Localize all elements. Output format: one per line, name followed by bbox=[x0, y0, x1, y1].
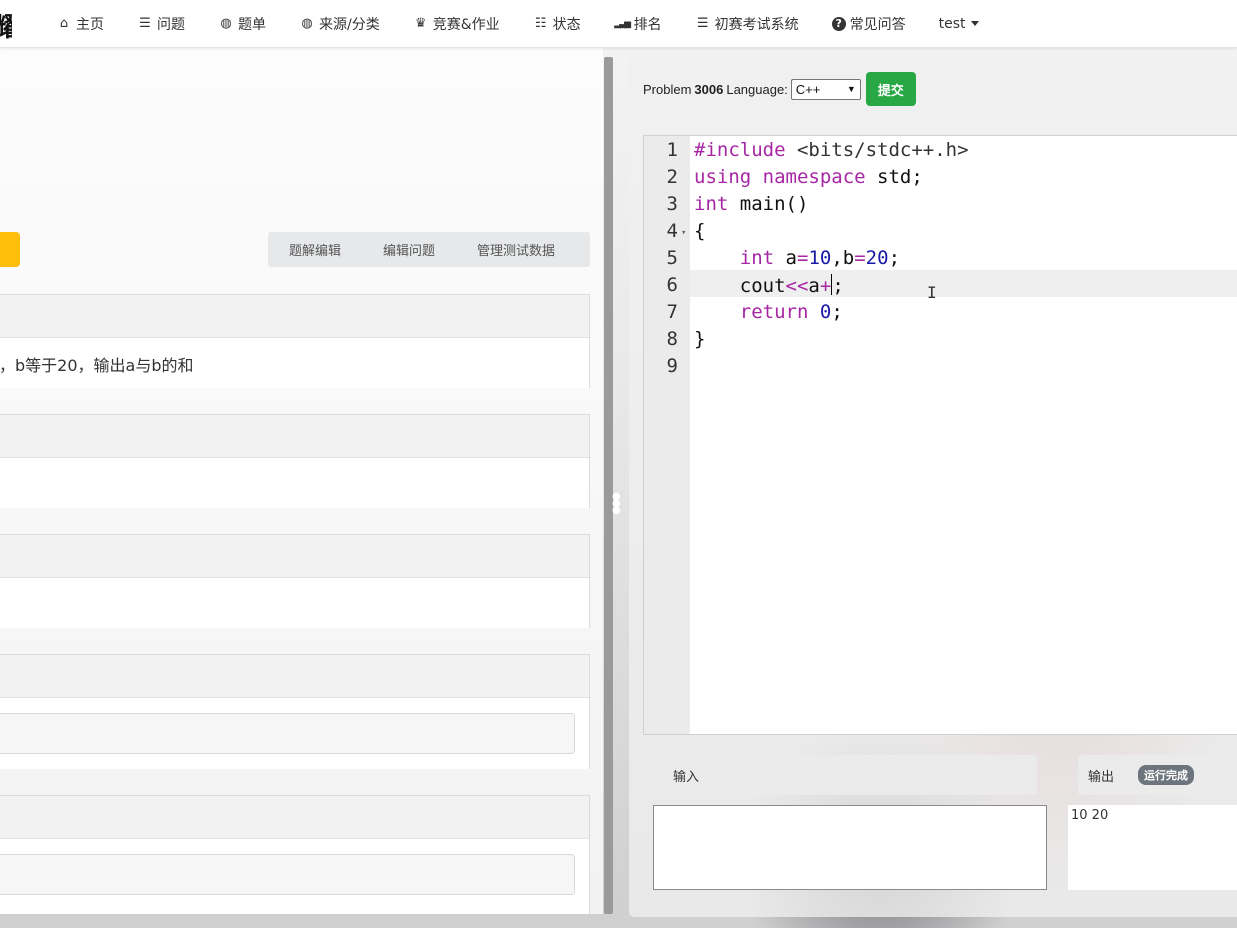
solution-edit-button[interactable]: 题解编辑 bbox=[279, 240, 351, 259]
card-body bbox=[0, 839, 589, 914]
card-body bbox=[0, 698, 589, 769]
nav-item-label: 常见问答 bbox=[849, 16, 906, 33]
nav-item-label: 初赛考试系统 bbox=[714, 16, 799, 33]
output-header: 输出 运行完成 bbox=[1078, 755, 1237, 795]
problem-id: 3006 bbox=[694, 81, 724, 97]
card-header bbox=[0, 796, 589, 839]
language-value: C++ bbox=[795, 81, 821, 97]
language-label: Language: bbox=[726, 81, 788, 97]
orange-action-button[interactable] bbox=[0, 232, 20, 267]
edit-problem-button[interactable]: 编辑问题 bbox=[373, 240, 445, 259]
chevron-down-icon: ▼ bbox=[846, 84, 856, 94]
top-navbar: 耀 ⌂ 主页 ☰ 问题 ◍ 题单 ◍ 来源/分类 ♛ 竞赛&作业 ☷ 状态 ▂▃… bbox=[0, 0, 1237, 48]
text-cursor bbox=[831, 274, 833, 295]
manage-testdata-button[interactable]: 管理测试数据 bbox=[467, 240, 565, 259]
nav-item-label: 题单 bbox=[238, 16, 266, 33]
output-label: 输出 bbox=[1088, 769, 1115, 785]
nav-menu: ⌂ 主页 ☰ 问题 ◍ 题单 ◍ 来源/分类 ♛ 竞赛&作业 ☷ 状态 ▂▃▅ … bbox=[56, 0, 1012, 47]
line-number: 9 bbox=[666, 355, 678, 377]
sample-output-card bbox=[0, 795, 590, 914]
code-line: cout<<a+; bbox=[694, 274, 844, 297]
checklist-icon: ☷ bbox=[534, 16, 547, 31]
nav-item-label: 问题 bbox=[157, 16, 185, 33]
custom-input-textarea[interactable] bbox=[653, 805, 1047, 890]
line-number: 7 bbox=[666, 301, 678, 323]
description-card: ，b等于20，输出a与b的和 bbox=[0, 294, 590, 388]
nav-item-home[interactable]: ⌂ 主页 bbox=[56, 14, 104, 34]
sample-output-box bbox=[0, 854, 575, 895]
list-icon: ☰ bbox=[139, 16, 151, 31]
language-select[interactable]: C++ ▼ bbox=[790, 78, 861, 100]
nav-item-label: 竞赛&作业 bbox=[432, 16, 500, 33]
sample-input-box bbox=[0, 713, 575, 754]
card-body bbox=[0, 458, 589, 508]
code-line: int main() bbox=[694, 193, 809, 215]
question-circle-icon: ? bbox=[831, 16, 846, 31]
site-logo[interactable]: 耀 bbox=[0, 7, 12, 44]
problem-label: Problem bbox=[643, 81, 692, 97]
code-line: #include <bits/stdc++.h> bbox=[694, 139, 969, 161]
code-line: return 0; bbox=[739, 301, 843, 323]
nav-item-ranklist[interactable]: ▂▃▅ 排名 bbox=[614, 14, 662, 34]
splitter-grip-icon: ● ● ● bbox=[612, 491, 621, 516]
line-number: 3 bbox=[666, 193, 678, 215]
line-number: 4 bbox=[666, 220, 678, 242]
nav-item-label: 状态 bbox=[552, 16, 581, 33]
user-menu-dropdown[interactable]: test bbox=[939, 16, 979, 32]
problem-admin-button-group: 题解编辑 编辑问题 管理测试数据 bbox=[268, 232, 590, 267]
card-header bbox=[0, 535, 589, 578]
globe-icon: ◍ bbox=[220, 16, 232, 31]
line-number: 6 bbox=[666, 274, 678, 296]
nav-item-problems[interactable]: ☰ 问题 bbox=[137, 14, 185, 34]
line-number-gutter: 1 2 3 4 ▾ 5 6 7 8 9 bbox=[644, 136, 690, 734]
nav-item-label: 来源/分类 bbox=[319, 16, 380, 33]
nav-item-label: 主页 bbox=[76, 16, 104, 33]
ibeam-cursor-icon: I bbox=[927, 283, 937, 302]
card-header bbox=[0, 415, 589, 458]
code-editor[interactable]: 1 2 3 4 ▾ 5 6 7 8 9 #include <bits/stdc+… bbox=[643, 135, 1237, 735]
fold-arrow-icon[interactable]: ▾ bbox=[681, 228, 686, 238]
line-number: 5 bbox=[666, 247, 678, 269]
input-header: 输入 bbox=[663, 755, 1037, 795]
home-icon: ⌂ bbox=[59, 16, 69, 31]
nav-item-status[interactable]: ☷ 状态 bbox=[533, 14, 581, 34]
line-number: 1 bbox=[666, 139, 678, 161]
sample-input-card bbox=[0, 654, 590, 769]
caret-down-icon bbox=[970, 21, 979, 26]
output-display: 10 20 bbox=[1068, 805, 1237, 890]
code-line: } bbox=[694, 328, 706, 350]
output-format-card bbox=[0, 534, 590, 628]
code-line: using namespace std; bbox=[694, 166, 923, 188]
line-number: 2 bbox=[666, 166, 678, 188]
card-header bbox=[0, 655, 589, 698]
nav-item-faq[interactable]: ? 常见问答 bbox=[831, 14, 906, 34]
problem-description: ，b等于20，输出a与b的和 bbox=[0, 356, 194, 375]
card-body bbox=[0, 578, 589, 628]
submit-toolbar: Problem 3006 Language: C++ ▼ 提交 bbox=[643, 72, 916, 106]
code-line: int a=10,b=20; bbox=[739, 247, 901, 269]
panel-splitter[interactable] bbox=[604, 57, 613, 914]
card-body: ，b等于20，输出a与b的和 bbox=[0, 338, 589, 388]
signal-icon: ▂▃▅ bbox=[614, 18, 631, 29]
nav-item-problemsets[interactable]: ◍ 题单 bbox=[218, 14, 266, 34]
username: test bbox=[938, 15, 966, 32]
nav-item-label: 排名 bbox=[633, 16, 662, 33]
line-number: 8 bbox=[666, 328, 678, 350]
list-icon: ☰ bbox=[696, 16, 709, 31]
input-format-card bbox=[0, 414, 590, 508]
trophy-icon: ♛ bbox=[414, 16, 427, 31]
code-line: { bbox=[694, 220, 706, 242]
nav-item-exam-system[interactable]: ☰ 初赛考试系统 bbox=[695, 14, 799, 34]
nav-item-contests[interactable]: ♛ 竞赛&作业 bbox=[413, 14, 500, 34]
globe-icon: ◍ bbox=[301, 16, 313, 31]
status-badge: 运行完成 bbox=[1138, 765, 1195, 785]
problem-panel: 题解编辑 编辑问题 管理测试数据 ，b等于20，输出a与b的和 bbox=[0, 48, 603, 914]
card-header bbox=[0, 295, 589, 338]
submit-button[interactable]: 提交 bbox=[865, 72, 916, 106]
nav-item-source-category[interactable]: ◍ 来源/分类 bbox=[299, 14, 380, 34]
input-label: 输入 bbox=[673, 769, 700, 785]
